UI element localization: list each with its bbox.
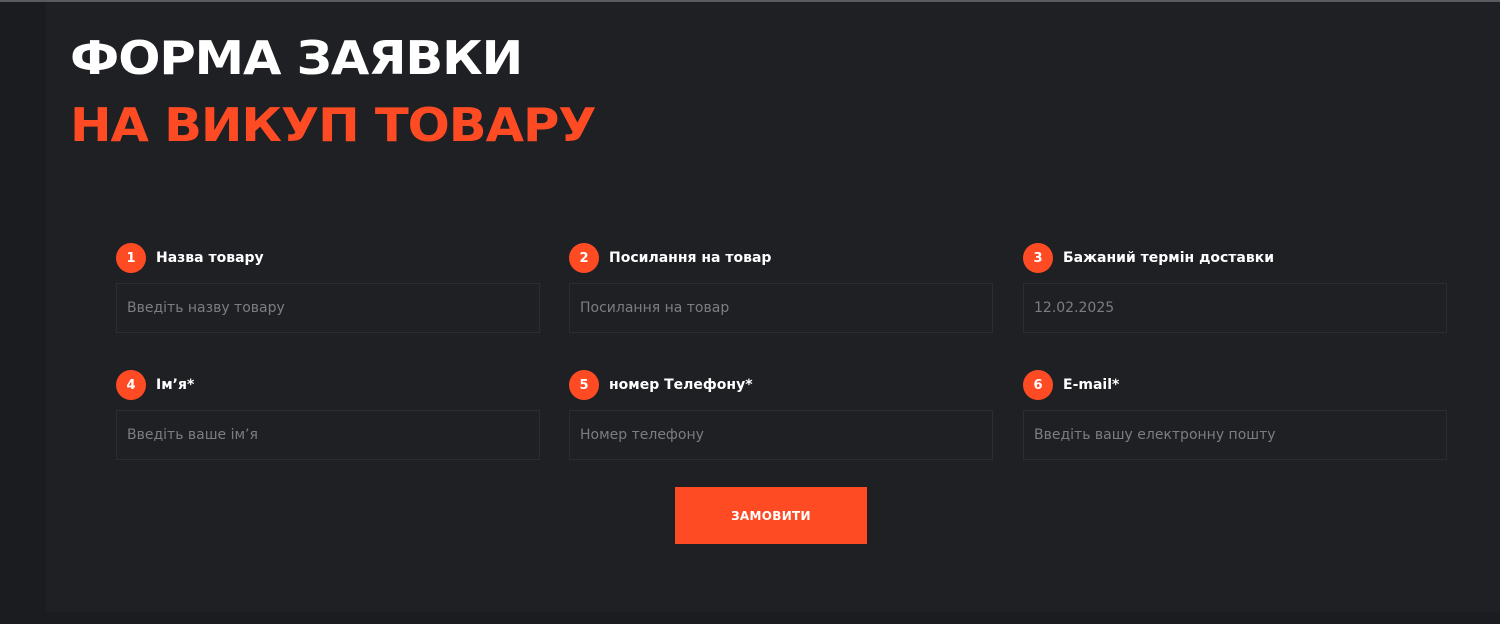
field-label-row: 1 Назва товару — [116, 243, 264, 273]
form-subtitle: НА ВИКУП ТОВАРУ — [70, 98, 597, 152]
field-label: E-mail* — [1063, 377, 1120, 393]
form-title: ФОРМА ЗАЯВКИ — [70, 31, 523, 85]
field-label: Посилання на товар — [609, 250, 772, 266]
email-input[interactable] — [1023, 410, 1447, 460]
product-link-input[interactable] — [569, 283, 993, 333]
name-input[interactable] — [116, 410, 540, 460]
order-submit-button[interactable]: ЗАМОВИТИ — [675, 487, 867, 544]
phone-input[interactable] — [569, 410, 993, 460]
field-label: Ім’я* — [156, 377, 195, 393]
field-label: Бажаний термін доставки — [1063, 250, 1275, 266]
field-label-row: 5 номер Телефону* — [569, 370, 753, 400]
step-number-badge: 5 — [569, 370, 599, 400]
step-number-badge: 6 — [1023, 370, 1053, 400]
field-label-row: 2 Посилання на товар — [569, 243, 771, 273]
step-number-badge: 4 — [116, 370, 146, 400]
step-number-badge: 2 — [569, 243, 599, 273]
field-label: Назва товару — [156, 250, 264, 266]
field-label-row: 3 Бажаний термін доставки — [1023, 243, 1274, 273]
product-name-input[interactable] — [116, 283, 540, 333]
field-label-row: 6 E-mail* — [1023, 370, 1119, 400]
step-number-badge: 1 — [116, 243, 146, 273]
step-number-badge: 3 — [1023, 243, 1053, 273]
field-label-row: 4 Ім’я* — [116, 370, 194, 400]
delivery-date-input[interactable] — [1023, 283, 1447, 333]
field-label: номер Телефону* — [609, 377, 753, 393]
